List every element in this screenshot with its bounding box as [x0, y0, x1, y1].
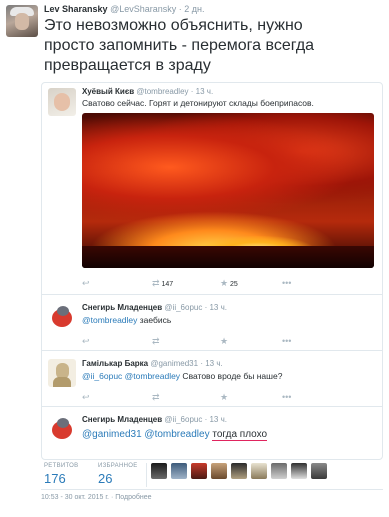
thread-mention-link[interactable]: @ganimed31 @tombreadley	[82, 429, 210, 440]
thread-time[interactable]: · 13 ч.	[205, 303, 227, 312]
footer-divider	[41, 489, 383, 490]
tweet-timestamp[interactable]: 10:53 - 30 окт. 2015 г.	[41, 494, 109, 501]
favoriter-avatar[interactable]	[171, 463, 187, 479]
stats-divider	[146, 463, 147, 487]
thread-avatar[interactable]	[48, 303, 76, 331]
thread-text: @ganimed31 @tombreadley тогда плохо	[82, 428, 268, 441]
tweet-footer: 10:53 - 30 окт. 2015 г. · Подробнее	[41, 494, 152, 501]
reply-icon[interactable]: ↩	[82, 279, 90, 288]
reply-icon[interactable]: ↩	[82, 337, 90, 346]
thread-mention-link[interactable]: @tombreadley	[82, 315, 137, 325]
favorites-label: ИЗБРАННОЕ	[98, 463, 138, 469]
thread-author-handle[interactable]: @ii_6opuc	[164, 303, 202, 312]
favoriter-avatar[interactable]	[251, 463, 267, 479]
favoriter-avatar[interactable]	[231, 463, 247, 479]
thread-header: Гамількар Барка @ganimed31 · 13 ч.	[82, 359, 223, 369]
reply-icon[interactable]: ↩	[82, 393, 90, 402]
star-icon: ★	[220, 278, 229, 288]
retweets-label: РЕТВИТОВ	[44, 463, 79, 469]
thread-header: Снегирь Младенцев @ii_6opuc · 13 ч.	[82, 415, 227, 425]
thread-author-handle[interactable]: @ii_6opuc	[164, 415, 202, 424]
author-handle[interactable]: @LevSharansky	[110, 4, 176, 14]
more-icon[interactable]: •••	[282, 337, 291, 346]
thread-header: Снегирь Младенцев @ii_6opuc · 13 ч.	[82, 303, 227, 313]
tweet-card: Lev Sharansky @LevSharansky · 2 дн. Это …	[0, 0, 389, 517]
thread-avatar[interactable]	[48, 359, 76, 387]
tweet-header: Lev Sharansky @LevSharansky · 2 дн.	[44, 4, 205, 15]
thread-avatar[interactable]	[48, 415, 76, 443]
tweet-stats: РЕТВИТОВ 176 ИЗБРАННОЕ 26	[41, 463, 383, 487]
thread-author-handle[interactable]: @tombreadley	[136, 87, 188, 96]
star-icon[interactable]: ★	[220, 393, 228, 402]
favoriter-avatar[interactable]	[151, 463, 167, 479]
thread-text: @ii_6opuc @tombreadley Сватово вроде бы …	[82, 371, 282, 382]
details-link[interactable]: Подробнее	[115, 494, 151, 501]
thread-author-name[interactable]: Гамількар Барка	[82, 359, 148, 368]
author-name[interactable]: Lev Sharansky	[44, 4, 108, 14]
tweet-time[interactable]: 2 дн.	[184, 4, 204, 14]
avatar-face-shape	[15, 13, 29, 30]
author-avatar[interactable]	[6, 5, 38, 37]
thread-tweet: Снегирь Младенцев @ii_6opuc · 13 ч. @gan…	[42, 407, 382, 459]
thread-reply-text: Сватово вроде бы наше?	[180, 371, 283, 381]
thread-tweet: Снегирь Младенцев @ii_6opuc · 13 ч. @tom…	[42, 295, 382, 351]
embedded-conversation[interactable]: Хуёвый Києв @tombreadley · 13 ч. Сватово…	[41, 82, 383, 460]
thread-tweet: Гамількар Барка @ganimed31 · 13 ч. @ii_6…	[42, 351, 382, 407]
thread-author-name[interactable]: Снегирь Младенцев	[82, 303, 162, 312]
retweet-action[interactable]: ⇄ 147	[152, 278, 174, 289]
retweet-icon[interactable]: ⇄	[152, 393, 160, 402]
more-icon[interactable]: •••	[282, 279, 291, 288]
thread-mention-link[interactable]: @ii_6opuc @tombreadley	[82, 371, 180, 381]
thread-text: Сватово сейчас. Горят и детонируют склад…	[82, 98, 314, 108]
thread-reply-text: заебись	[137, 315, 172, 325]
header-separator: ·	[178, 4, 182, 14]
thread-author-name[interactable]: Снегирь Младенцев	[82, 415, 162, 424]
thread-time[interactable]: · 13 ч.	[191, 87, 213, 96]
ground-shape	[82, 246, 374, 268]
thread-text: @tombreadley заебись	[82, 315, 171, 326]
thread-author-name[interactable]: Хуёвый Києв	[82, 87, 134, 96]
thread-avatar[interactable]	[48, 88, 76, 116]
favoriter-avatar[interactable]	[291, 463, 307, 479]
retweets-count[interactable]: 176	[44, 471, 66, 486]
thread-tweet: Хуёвый Києв @tombreadley · 13 ч. Сватово…	[42, 83, 382, 295]
favoriter-avatar[interactable]	[191, 463, 207, 479]
favoriter-avatar[interactable]	[311, 463, 327, 479]
thread-time[interactable]: · 13 ч.	[205, 415, 227, 424]
favorites-count[interactable]: 26	[98, 471, 112, 486]
more-icon[interactable]: •••	[282, 393, 291, 402]
retweet-icon: ⇄	[152, 278, 160, 288]
favorite-action[interactable]: ★ 25	[220, 278, 238, 289]
favoriter-avatar[interactable]	[271, 463, 287, 479]
favoriter-avatar[interactable]	[211, 463, 227, 479]
retweet-icon[interactable]: ⇄	[152, 337, 160, 346]
footer-separator: ·	[110, 494, 114, 501]
highlighted-reply-text: тогда плохо	[212, 429, 268, 441]
fire-photo[interactable]	[82, 113, 374, 268]
favorite-count: 25	[230, 281, 238, 288]
star-icon[interactable]: ★	[220, 337, 228, 346]
retweet-count: 147	[161, 281, 174, 288]
thread-header: Хуёвый Києв @tombreadley · 13 ч.	[82, 87, 213, 97]
thread-author-handle[interactable]: @ganimed31	[150, 359, 198, 368]
thread-time[interactable]: · 13 ч.	[200, 359, 222, 368]
tweet-text: Это невозможно объяснить, нужно просто з…	[44, 17, 315, 74]
